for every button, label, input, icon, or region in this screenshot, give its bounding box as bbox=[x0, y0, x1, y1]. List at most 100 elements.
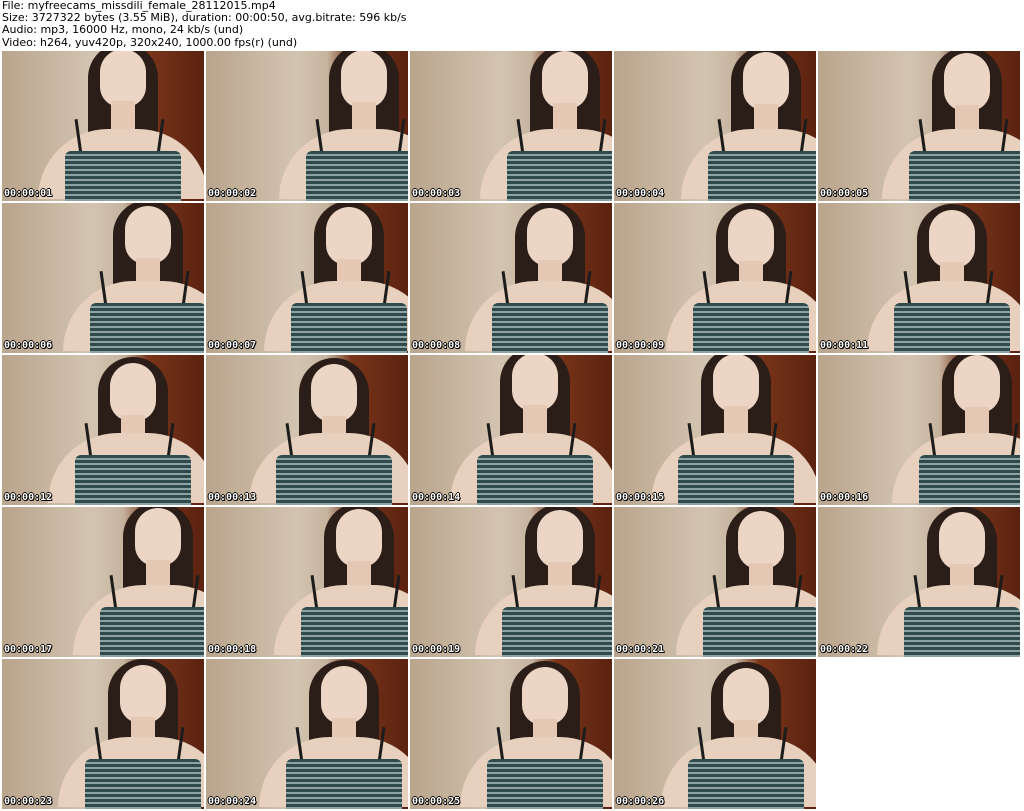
file-size-line: Size: 3727322 bytes (3.55 MiB), duration… bbox=[2, 12, 407, 25]
video-thumbnail: 00:00:02 bbox=[206, 51, 408, 201]
video-thumbnail: 00:00:09 bbox=[614, 203, 816, 353]
striped-top bbox=[502, 607, 612, 657]
thumbnail-timestamp: 00:00:03 bbox=[412, 188, 461, 199]
video-thumbnail: 00:00:18 bbox=[206, 507, 408, 657]
thumbnail-timestamp: 00:00:22 bbox=[820, 644, 869, 655]
striped-top bbox=[909, 151, 1020, 201]
striped-top bbox=[301, 607, 408, 657]
striped-top bbox=[678, 455, 794, 505]
striped-top bbox=[708, 151, 816, 201]
striped-top bbox=[276, 455, 392, 505]
thumbnail-timestamp: 00:00:17 bbox=[4, 644, 53, 655]
striped-top bbox=[894, 303, 1010, 353]
striped-top bbox=[85, 759, 201, 809]
thumbnail-timestamp: 00:00:13 bbox=[208, 492, 257, 503]
face-shape bbox=[100, 51, 146, 107]
video-thumbnail: 00:00:11 bbox=[818, 203, 1020, 353]
face-shape bbox=[110, 363, 156, 421]
striped-top bbox=[507, 151, 612, 201]
thumbnail-timestamp: 00:00:16 bbox=[820, 492, 869, 503]
video-thumbnail: 00:00:08 bbox=[410, 203, 612, 353]
face-shape bbox=[527, 208, 573, 266]
neck-shape bbox=[111, 101, 135, 131]
video-thumbnail: 00:00:15 bbox=[614, 355, 816, 505]
thumbnail-timestamp: 00:00:14 bbox=[412, 492, 461, 503]
neck-shape bbox=[724, 406, 748, 436]
neck-shape bbox=[523, 405, 547, 435]
striped-top bbox=[75, 455, 191, 505]
face-shape bbox=[537, 510, 583, 568]
striped-top bbox=[291, 303, 407, 353]
video-thumbnail: 00:00:05 bbox=[818, 51, 1020, 201]
thumbnail-timestamp: 00:00:02 bbox=[208, 188, 257, 199]
face-shape bbox=[321, 666, 367, 724]
thumbnail-timestamp: 00:00:24 bbox=[208, 796, 257, 807]
file-info-header: File: myfreecams_missdili_female_2811201… bbox=[2, 0, 1020, 50]
face-shape bbox=[311, 364, 357, 422]
face-shape bbox=[939, 512, 985, 570]
file-name-line: File: myfreecams_missdili_female_2811201… bbox=[2, 0, 276, 12]
audio-info-line: Audio: mp3, 16000 Hz, mono, 24 kb/s (und… bbox=[2, 24, 244, 37]
video-thumbnail: 00:00:04 bbox=[614, 51, 816, 201]
thumbnail-timestamp: 00:00:18 bbox=[208, 644, 257, 655]
video-thumbnail: 00:00:13 bbox=[206, 355, 408, 505]
video-thumbnail: 00:00:25 bbox=[410, 659, 612, 809]
video-thumbnail: 00:00:22 bbox=[818, 507, 1020, 657]
face-shape bbox=[944, 53, 990, 111]
video-thumbnail: 00:00:14 bbox=[410, 355, 612, 505]
face-shape bbox=[341, 51, 387, 108]
video-thumbnail: 00:00:03 bbox=[410, 51, 612, 201]
striped-top bbox=[904, 607, 1020, 657]
video-thumbnail: 00:00:01 bbox=[2, 51, 204, 201]
video-thumbnail: 00:00:16 bbox=[818, 355, 1020, 505]
video-thumbnail: 00:00:07 bbox=[206, 203, 408, 353]
striped-top bbox=[306, 151, 408, 201]
thumbnail-timestamp: 00:00:05 bbox=[820, 188, 869, 199]
thumbnail-timestamp: 00:00:19 bbox=[412, 644, 461, 655]
thumbnail-timestamp: 00:00:23 bbox=[4, 796, 53, 807]
striped-top bbox=[688, 759, 804, 809]
thumbnail-timestamp: 00:00:26 bbox=[616, 796, 665, 807]
striped-top bbox=[100, 607, 204, 657]
face-shape bbox=[723, 668, 769, 726]
thumbnail-timestamp: 00:00:07 bbox=[208, 340, 257, 351]
striped-top bbox=[286, 759, 402, 809]
thumbnail-timestamp: 00:00:21 bbox=[616, 644, 665, 655]
video-thumbnail: 00:00:26 bbox=[614, 659, 816, 809]
striped-top bbox=[492, 303, 608, 353]
striped-top bbox=[65, 151, 181, 201]
neck-shape bbox=[352, 102, 376, 132]
face-shape bbox=[728, 209, 774, 267]
thumbnail-timestamp: 00:00:15 bbox=[616, 492, 665, 503]
face-shape bbox=[120, 665, 166, 723]
striped-top bbox=[487, 759, 603, 809]
video-thumbnail: 00:00:23 bbox=[2, 659, 204, 809]
thumbnail-grid: 00:00:01 00:00:02 00:00:03 00:00:04 00:00:05… bbox=[2, 51, 1022, 811]
video-thumbnail: 00:00:17 bbox=[2, 507, 204, 657]
face-shape bbox=[713, 355, 759, 412]
striped-top bbox=[703, 607, 816, 657]
face-shape bbox=[522, 667, 568, 725]
thumbnail-timestamp: 00:00:01 bbox=[4, 188, 53, 199]
face-shape bbox=[743, 52, 789, 110]
face-shape bbox=[929, 210, 975, 268]
video-thumbnail: 00:00:12 bbox=[2, 355, 204, 505]
thumbnail-timestamp: 00:00:08 bbox=[412, 340, 461, 351]
thumbnail-timestamp: 00:00:09 bbox=[616, 340, 665, 351]
face-shape bbox=[738, 511, 784, 569]
striped-top bbox=[477, 455, 593, 505]
striped-top bbox=[90, 303, 204, 353]
striped-top bbox=[693, 303, 809, 353]
face-shape bbox=[336, 509, 382, 567]
striped-top bbox=[919, 455, 1020, 505]
thumbnail-timestamp: 00:00:06 bbox=[4, 340, 53, 351]
thumbnail-timestamp: 00:00:04 bbox=[616, 188, 665, 199]
face-shape bbox=[125, 206, 171, 264]
thumbnail-timestamp: 00:00:25 bbox=[412, 796, 461, 807]
video-thumbnail: 00:00:19 bbox=[410, 507, 612, 657]
thumbnail-timestamp: 00:00:12 bbox=[4, 492, 53, 503]
video-info-line: Video: h264, yuv420p, 320x240, 1000.00 f… bbox=[2, 36, 298, 49]
face-shape bbox=[954, 355, 1000, 413]
face-shape bbox=[135, 508, 181, 566]
face-shape bbox=[512, 355, 558, 411]
